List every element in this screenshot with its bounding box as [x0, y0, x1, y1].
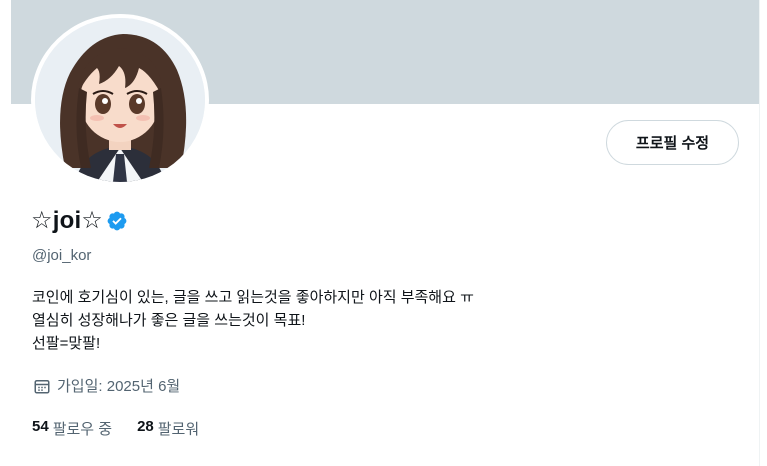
user-handle: @joi_kor — [32, 247, 92, 264]
followers-count: 28 — [137, 418, 154, 435]
display-name: ☆joi☆ — [31, 207, 104, 234]
edit-profile-button[interactable]: 프로필 수정 — [606, 120, 739, 165]
joined-date: 가입일: 2025년 6월 — [33, 375, 180, 396]
followers-label: 팔로워 — [157, 421, 200, 438]
follow-stats: 54 팔로우 중 28 팔로워 — [32, 418, 199, 439]
left-gutter — [0, 0, 11, 466]
bio-line: 선팔=맞팔! — [32, 335, 101, 352]
verified-badge-icon[interactable] — [106, 210, 128, 232]
bio-line: 코인에 호기심이 있는, 글을 쓰고 읽는것을 좋아하지만 아직 부족해요 ㅠ — [32, 289, 474, 306]
bio-line: 열심히 성장해나가 좋은 글을 쓰는것이 목표! — [32, 312, 306, 329]
profile-page: 프로필 수정 ☆joi☆ @joi_kor 코인에 호기심이 있는, 글을 쓰고… — [0, 0, 767, 466]
following-link[interactable]: 54 팔로우 중 — [32, 418, 112, 439]
joined-date-text: 가입일: 2025년 6월 — [57, 378, 181, 395]
display-name-row: ☆joi☆ — [31, 206, 128, 235]
profile-bio: 코인에 호기심이 있는, 글을 쓰고 읽는것을 좋아하지만 아직 부족해요 ㅠ … — [32, 286, 474, 355]
avatar[interactable] — [31, 14, 209, 186]
avatar-image — [35, 18, 205, 182]
avatar-illustration — [35, 18, 205, 182]
following-count: 54 — [32, 418, 49, 435]
following-label: 팔로우 중 — [52, 421, 113, 438]
calendar-icon — [33, 377, 51, 395]
followers-link[interactable]: 28 팔로워 — [137, 418, 199, 439]
right-gutter — [759, 0, 767, 466]
